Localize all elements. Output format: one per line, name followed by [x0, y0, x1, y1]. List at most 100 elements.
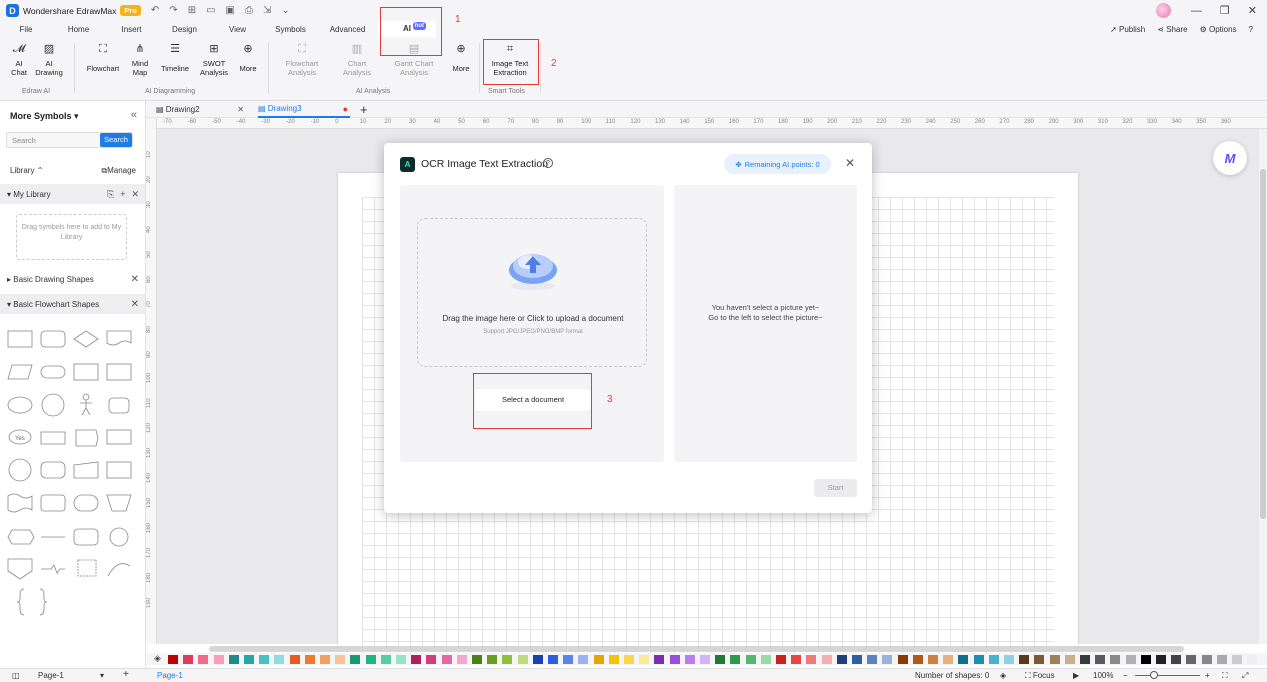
color-swatch[interactable]	[1064, 655, 1075, 664]
section-my-library[interactable]: ▾ My Library ⎘ + ✕	[0, 184, 145, 204]
zoom-out-icon[interactable]: −	[1123, 671, 1128, 680]
shape-process[interactable]	[7, 330, 33, 348]
color-swatch[interactable]	[700, 655, 710, 664]
color-swatch[interactable]	[411, 655, 422, 664]
new-icon[interactable]: ⊞	[188, 5, 196, 16]
color-swatch[interactable]	[1110, 655, 1121, 664]
shape-predefined[interactable]	[73, 363, 99, 381]
my-library-drop-area[interactable]: Drag symbols here to add to My Library	[16, 214, 127, 260]
color-swatch[interactable]	[1049, 655, 1060, 664]
shape-stored-data[interactable]	[75, 429, 99, 447]
shape-internal-storage[interactable]	[106, 363, 132, 381]
color-swatch[interactable]	[897, 655, 908, 664]
zoom-in-icon[interactable]: +	[1205, 671, 1210, 680]
close-tab-icon[interactable]: ✕	[237, 105, 244, 114]
mind-map-button[interactable]: ⋔ Mind Map	[128, 43, 152, 78]
color-swatch[interactable]	[183, 655, 194, 664]
color-swatch[interactable]	[1140, 655, 1151, 664]
menu-view[interactable]: View	[211, 25, 264, 34]
library-toggle[interactable]: Library ⌃	[10, 166, 43, 176]
color-swatch[interactable]	[928, 655, 938, 664]
shape-terminator[interactable]	[40, 365, 66, 379]
color-swatch[interactable]	[532, 655, 543, 664]
add-page-icon[interactable]: +	[123, 669, 129, 680]
color-swatch[interactable]	[426, 655, 437, 664]
color-swatch[interactable]	[1201, 655, 1212, 664]
color-swatch[interactable]	[639, 655, 650, 664]
color-swatch[interactable]	[943, 655, 954, 664]
remaining-points-badge[interactable]: ✥ Remaining AI points: 0	[724, 154, 831, 174]
start-button[interactable]: Start	[814, 479, 857, 497]
shape-person[interactable]	[108, 397, 130, 414]
page-layout-icon[interactable]: ◫	[12, 671, 20, 680]
add-icon[interactable]: +	[120, 189, 125, 200]
fit-page-icon[interactable]: ⛶	[1222, 671, 1228, 681]
more-analysis-button[interactable]: ⊕ More	[449, 43, 473, 74]
play-icon[interactable]: ▶	[1073, 671, 1079, 680]
color-swatch[interactable]	[380, 655, 391, 664]
add-tab-icon[interactable]: +	[360, 101, 368, 118]
page-tab[interactable]: Page-1	[157, 671, 183, 680]
manage-button[interactable]: ⧉Manage	[101, 166, 136, 176]
shape-or[interactable]	[41, 564, 65, 574]
color-swatch[interactable]	[730, 655, 741, 664]
color-swatch[interactable]	[441, 655, 452, 664]
color-swatch[interactable]	[1156, 655, 1166, 664]
color-swatch[interactable]	[1216, 655, 1227, 664]
shape-ellipse[interactable]	[7, 396, 33, 414]
symbol-search-input[interactable]: Search Search	[6, 132, 133, 148]
more-diagramming-button[interactable]: ⊕ More	[236, 43, 260, 74]
shape-annotation[interactable]	[77, 559, 97, 577]
save-icon[interactable]: ▣	[226, 5, 235, 16]
search-button[interactable]: Search	[100, 133, 132, 147]
chevron-down-icon[interactable]: ▾	[100, 671, 104, 680]
color-swatch[interactable]	[168, 655, 178, 664]
menu-file[interactable]: File	[0, 25, 52, 34]
timeline-button[interactable]: ☰ Timeline	[159, 43, 191, 74]
color-swatch[interactable]	[289, 655, 300, 664]
ai-chat-button[interactable]: 𝓜 AI Chat	[8, 43, 30, 78]
color-swatch[interactable]	[715, 655, 726, 664]
minimize-icon[interactable]: —	[1191, 5, 1202, 17]
sidebar-title[interactable]: More Symbols ▾	[10, 111, 79, 122]
fullscreen-icon[interactable]: ⤢	[1242, 671, 1248, 681]
share-button[interactable]: ⋖ Share	[1157, 25, 1187, 34]
shape-delay[interactable]	[73, 494, 99, 512]
page-selector[interactable]: Page-1	[38, 671, 64, 680]
color-swatch[interactable]	[456, 655, 467, 664]
color-swatch[interactable]	[1232, 655, 1242, 664]
shape-card[interactable]	[106, 429, 132, 445]
help-icon[interactable]: ?	[543, 158, 553, 168]
color-swatch[interactable]	[487, 655, 498, 664]
color-swatch[interactable]	[472, 655, 482, 664]
section-basic-flowchart[interactable]: ▾ Basic Flowchart Shapes ✕	[0, 294, 145, 314]
flowchart-button[interactable]: ⛶ Flowchart	[84, 43, 122, 74]
shape-manual-operation[interactable]	[106, 494, 132, 512]
print-icon[interactable]: ⎙	[245, 5, 253, 16]
color-swatch[interactable]	[365, 655, 376, 664]
color-swatch[interactable]	[912, 655, 923, 664]
color-swatch[interactable]	[608, 655, 619, 664]
color-swatch[interactable]	[745, 655, 756, 664]
color-swatch[interactable]	[988, 655, 999, 664]
color-swatch[interactable]	[593, 655, 604, 664]
color-swatch[interactable]	[244, 655, 254, 664]
color-swatch[interactable]	[517, 655, 528, 664]
menu-symbols[interactable]: Symbols	[264, 25, 317, 34]
focus-button[interactable]: ⛶ Focus	[1025, 671, 1055, 681]
close-icon[interactable]: ✕	[131, 274, 139, 285]
shape-arc[interactable]	[107, 563, 131, 577]
customize-icon[interactable]: ⌄	[281, 5, 289, 16]
swot-analysis-button[interactable]: ⊞ SWOT Analysis	[198, 43, 230, 78]
open-icon[interactable]: ▭	[206, 5, 215, 16]
shape-rounded-rect[interactable]	[40, 330, 66, 348]
color-swatch[interactable]	[1125, 655, 1136, 664]
options-button[interactable]: ⚙ Options	[1200, 25, 1237, 34]
close-window-icon[interactable]: ✕	[1248, 4, 1257, 17]
shape-decision[interactable]	[73, 330, 99, 348]
shape-manual-input[interactable]	[73, 461, 99, 479]
flowchart-analysis-button[interactable]: ⛶ Flowchart Analysis	[282, 43, 322, 78]
ai-assistant-icon[interactable]: M	[1213, 141, 1247, 175]
color-swatch[interactable]	[1247, 655, 1258, 664]
color-swatch[interactable]	[1080, 655, 1090, 664]
